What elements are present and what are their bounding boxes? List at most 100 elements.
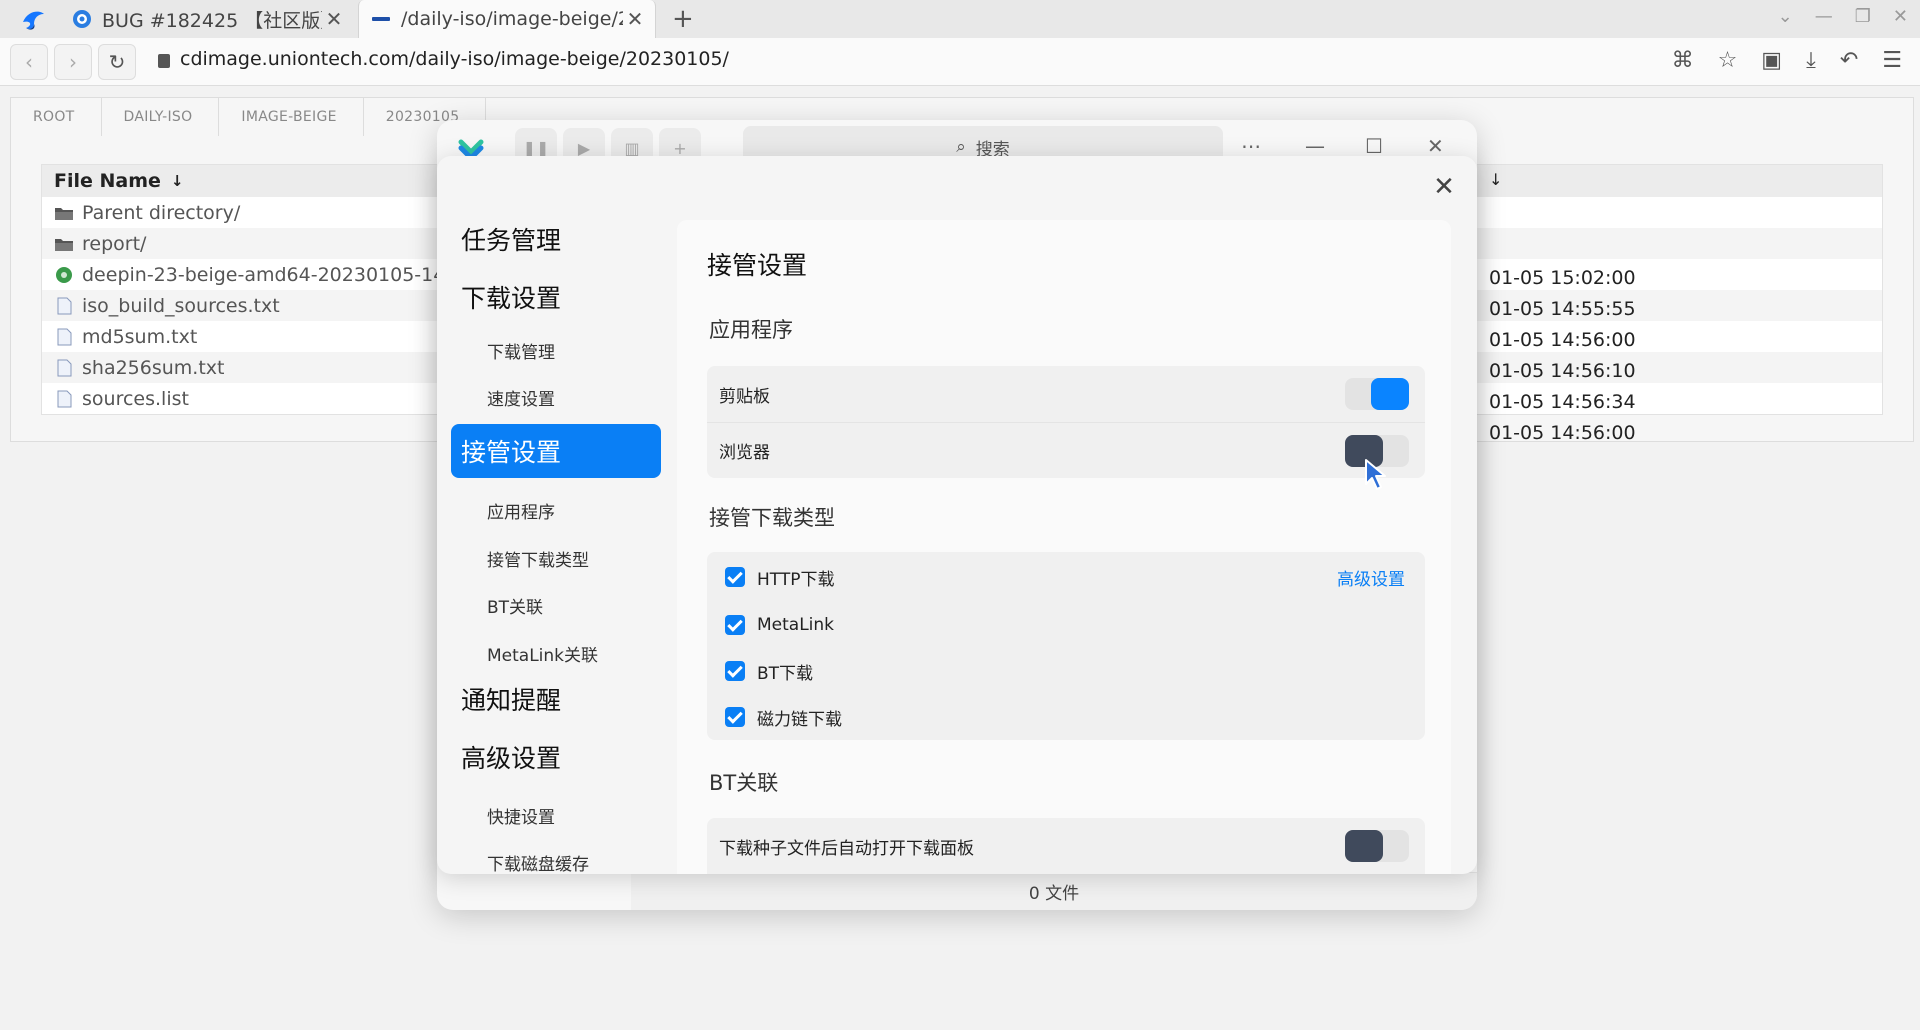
section-applications: 应用程序 [709,318,793,342]
nav-download-settings[interactable]: 下载设置 [451,270,661,324]
http-checkbox[interactable] [725,567,745,587]
settings-sidebar: 任务管理 下载设置 下载管理 速度设置 接管设置 应用程序 接管下载类型 BT关… [437,212,673,874]
reload-button[interactable]: ↻ [98,44,136,80]
toggle-knob [1371,378,1409,410]
file-name[interactable]: sources.list [82,388,189,410]
lock-icon [158,54,170,68]
http-row[interactable]: HTTP下载 高级设置 [707,554,1425,600]
file-icon [54,390,82,408]
new-tab-button[interactable]: + [672,4,694,34]
file-date: 01-05 15:02:00 [1489,266,1636,289]
clipboard-label: 剪贴板 [719,386,770,407]
minimize-icon[interactable]: — [1815,6,1833,27]
download-status-bar: 0 文件 [631,872,1477,910]
menu-icon[interactable]: ☰ [1882,48,1902,73]
settings-content: 接管设置 应用程序 剪贴板 浏览器 接管下载类型 HTTP下载 高级设置 Met… [677,220,1451,874]
bt-checkbox[interactable] [725,661,745,681]
nav-shortcut-settings[interactable]: 快捷设置 [487,803,555,828]
restore-icon[interactable]: ❐ [1855,6,1871,27]
file-icon [54,328,82,346]
disc-icon [54,266,82,284]
undo-icon[interactable]: ↶ [1840,48,1858,73]
metalink-checkbox[interactable] [725,615,745,635]
browser-logo-icon [23,11,44,30]
nav-task-management[interactable]: 任务管理 [451,212,661,266]
applications-panel: 剪贴板 浏览器 [707,366,1425,478]
dm-minimize-icon[interactable]: — [1305,134,1325,158]
file-count: 0 文件 [1028,884,1080,904]
settings-dialog: ✕ 任务管理 下载设置 下载管理 速度设置 接管设置 应用程序 接管下载类型 B… [437,156,1477,874]
extensions-icon[interactable]: ▣ [1761,48,1782,73]
bt-association-panel: 下载种子文件后自动打开下载面板 [707,818,1425,874]
page-favicon [372,17,390,21]
nav-download-management[interactable]: 下载管理 [487,338,555,363]
tab-title: /daily-iso/image-beige/20230105/ [401,8,623,30]
nav-metalink-association[interactable]: MetaLink关联 [487,641,598,666]
toggle-knob [1345,830,1383,862]
sort-arrow-icon: ↓ [170,172,184,190]
tab-close-icon[interactable]: ✕ [322,7,346,31]
browser-row: 浏览器 [707,422,1425,478]
trash-icon: ▥ [624,138,640,158]
back-button[interactable]: ‹ [10,44,48,80]
nav-advanced-settings[interactable]: 高级设置 [451,730,661,784]
dm-close-icon[interactable]: ✕ [1427,134,1444,158]
magnet-checkbox[interactable] [725,707,745,727]
file-icon [54,359,82,377]
breadcrumb: ROOT DAILY-ISO IMAGE-BEIGE 20230105 [11,98,487,136]
metalink-row[interactable]: MetaLink [707,602,1425,648]
nav-applications[interactable]: 应用程序 [487,498,555,523]
takeover-types-panel: HTTP下载 高级设置 MetaLink BT下载 磁力链下载 [707,552,1425,740]
bookmark-star-icon[interactable]: ☆ [1718,48,1738,73]
breadcrumb-image-beige[interactable]: IMAGE-BEIGE [219,98,364,136]
file-date: 01-05 14:56:10 [1489,359,1636,382]
magnet-row[interactable]: 磁力链下载 [707,694,1425,740]
bug-site-favicon [73,10,91,28]
nav-takeover-settings[interactable]: 接管设置 [451,424,661,478]
clipboard-row: 剪贴板 [707,366,1425,422]
tab-close-icon[interactable]: ✕ [623,7,647,31]
forward-button[interactable]: › [54,44,92,80]
file-date: 01-05 14:55:55 [1489,297,1636,320]
tab-list-chevron-icon[interactable]: ⌄ [1778,6,1793,27]
nav-notifications[interactable]: 通知提醒 [451,672,661,726]
file-name[interactable]: md5sum.txt [82,326,197,348]
section-takeover-types: 接管下载类型 [709,506,835,530]
page-title: 接管设置 [707,251,808,280]
tab-title: BUG #182425 【社区版】【 [102,9,322,32]
file-name[interactable]: deepin-23-beige-amd64-20230105-1454 [82,264,470,286]
advanced-settings-link[interactable]: 高级设置 [1337,565,1405,590]
browser-label: 浏览器 [719,443,770,463]
close-window-icon[interactable]: ✕ [1893,6,1908,27]
clipboard-toggle[interactable] [1345,378,1409,410]
nav-disk-cache[interactable]: 下载磁盘缓存 [487,850,589,874]
tab-daily-iso[interactable]: /daily-iso/image-beige/20230105/ ✕ [358,0,656,38]
download-icon[interactable]: ⤓ [1806,48,1816,73]
file-icon [54,297,82,315]
play-icon: ▶ [577,138,591,158]
bt-auto-open-toggle[interactable] [1345,830,1409,862]
section-bt-association: BT关联 [709,771,779,795]
more-options-icon[interactable]: ⋯ [1241,134,1261,158]
nav-bt-association[interactable]: BT关联 [487,593,543,618]
translate-icon[interactable]: ⌘ [1672,48,1694,73]
folder-icon [54,235,82,253]
breadcrumb-daily-iso[interactable]: DAILY-ISO [102,98,220,136]
breadcrumb-root[interactable]: ROOT [11,98,102,136]
back-arrow-icon: ‹ [25,50,33,74]
url-field[interactable]: cdimage.uniontech.com/daily-iso/image-be… [158,48,729,70]
metalink-label: MetaLink [757,615,835,635]
file-name[interactable]: sha256sum.txt [82,357,224,379]
nav-takeover-types[interactable]: 接管下载类型 [487,546,589,571]
url-text: cdimage.uniontech.com/daily-iso/image-be… [180,48,729,70]
file-name[interactable]: report/ [82,233,146,255]
tab-bug-report[interactable]: BUG #182425 【社区版】【 ✕ [64,0,354,38]
bt-auto-open-label: 下载种子文件后自动打开下载面板 [719,838,974,859]
dm-maximize-icon[interactable]: ☐ [1365,134,1383,158]
bt-row[interactable]: BT下载 [707,648,1425,694]
file-name[interactable]: Parent directory/ [82,202,240,224]
file-date: 01-05 14:56:34 [1489,390,1636,413]
dialog-close-icon[interactable]: ✕ [1429,172,1459,202]
file-name[interactable]: iso_build_sources.txt [82,295,280,317]
nav-speed-settings[interactable]: 速度设置 [487,385,555,410]
